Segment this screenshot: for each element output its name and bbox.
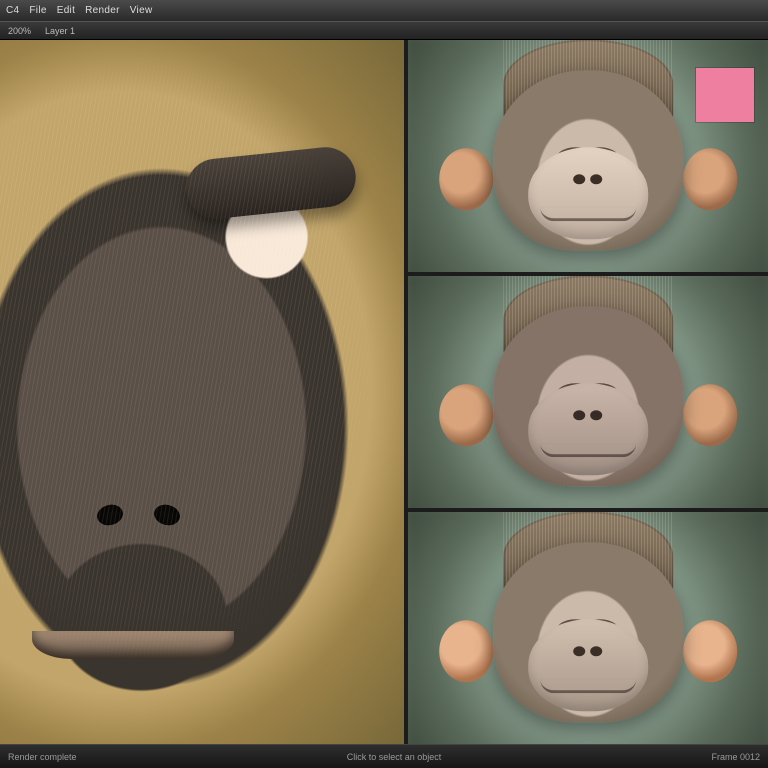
viewport-variant-a[interactable] bbox=[408, 40, 768, 272]
menu-view[interactable]: View bbox=[130, 5, 153, 16]
subject-main-render bbox=[0, 40, 404, 744]
brow-ridge bbox=[183, 144, 358, 221]
menu-render[interactable]: Render bbox=[85, 5, 120, 16]
status-hint: Click to select an object bbox=[347, 752, 442, 762]
status-frame: Frame 0012 bbox=[711, 752, 760, 762]
subject-variant-c bbox=[433, 526, 743, 739]
layer-indicator[interactable]: Layer 1 bbox=[45, 26, 75, 36]
color-swatch[interactable] bbox=[696, 68, 754, 122]
nostril-left bbox=[95, 502, 125, 528]
options-bar: 200% Layer 1 bbox=[0, 22, 768, 40]
status-bar: Render complete Click to select an objec… bbox=[0, 744, 768, 768]
viewport-main[interactable] bbox=[0, 40, 408, 744]
app-name: C4 bbox=[6, 5, 19, 16]
viewport-stack bbox=[408, 40, 768, 744]
viewport-variant-b[interactable] bbox=[408, 276, 768, 508]
status-left: Render complete bbox=[8, 752, 77, 762]
viewport-variant-c[interactable] bbox=[408, 512, 768, 744]
subject-variant-b bbox=[433, 290, 743, 503]
lower-lip bbox=[32, 631, 234, 659]
zoom-indicator[interactable]: 200% bbox=[8, 26, 31, 36]
menu-file[interactable]: File bbox=[29, 5, 46, 16]
nostril-right bbox=[151, 502, 181, 528]
workspace bbox=[0, 40, 768, 744]
menu-edit[interactable]: Edit bbox=[57, 5, 75, 16]
title-bar: C4 File Edit Render View bbox=[0, 0, 768, 22]
